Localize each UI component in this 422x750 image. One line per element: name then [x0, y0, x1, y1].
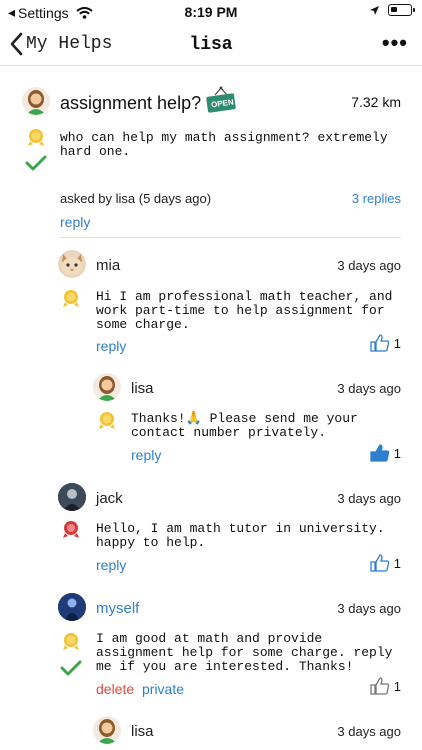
reply-username: lisa	[131, 380, 154, 397]
gold-medal-icon	[61, 288, 81, 313]
reply-time: 3 days ago	[337, 601, 401, 616]
reply-time: 3 days ago	[337, 258, 401, 273]
reply-link[interactable]: reply	[96, 338, 126, 354]
battery-icon	[388, 4, 415, 16]
like-count: 1	[393, 445, 401, 461]
woman-avatar-icon	[26, 90, 46, 115]
reply-body: I am good at math and provide assignment…	[96, 631, 393, 674]
avatar[interactable]	[58, 593, 86, 621]
person-avatar-icon	[58, 593, 86, 621]
reply-link[interactable]: reply	[96, 557, 126, 573]
like-count: 1	[393, 678, 401, 694]
reply-body-start: Thanks!	[131, 411, 186, 426]
like-count: 1	[393, 555, 401, 571]
woman-avatar-icon	[97, 719, 117, 744]
reply-body: Hi I am professional math teacher, and w…	[96, 289, 393, 332]
replies-count-link[interactable]: 3 replies	[352, 191, 401, 206]
like-button[interactable]: 1	[370, 443, 401, 463]
person-avatar-icon	[58, 483, 86, 511]
avatar[interactable]	[93, 373, 121, 401]
delete-link[interactable]: delete	[96, 681, 134, 697]
reply-body: Hello, I am math tutor in university. ha…	[96, 521, 385, 550]
avatar[interactable]	[22, 87, 50, 115]
post-reply-link[interactable]: reply	[60, 214, 90, 230]
open-sign-icon: OPEN	[205, 85, 237, 115]
reply-username: jack	[96, 490, 123, 507]
status-bar: ◂ Settings 8:19 PM	[0, 0, 422, 24]
reply-time: 3 days ago	[337, 381, 401, 396]
red-medal-icon	[61, 519, 81, 544]
gold-medal-icon	[61, 631, 81, 656]
thumbs-up-outline-icon	[370, 554, 390, 572]
reply-username: lisa	[131, 723, 154, 740]
gold-medal-icon	[97, 410, 117, 435]
post-title: assignment help?	[60, 93, 202, 113]
post-body: who can help my math assignment? extreme…	[60, 130, 388, 159]
reply-username: myself	[96, 600, 140, 617]
private-link[interactable]: private	[142, 681, 184, 697]
avatar[interactable]	[58, 250, 86, 278]
distance: 7.32 km	[351, 94, 401, 110]
page-title: lisa	[189, 35, 233, 55]
like-button[interactable]: 1	[370, 333, 401, 353]
divider	[60, 237, 401, 238]
navigation-bar: My Helps lisa •••	[0, 26, 422, 66]
avatar[interactable]	[58, 483, 86, 511]
reply-body: Thanks!🙏 Please send me your contact num…	[131, 412, 406, 440]
kitten-avatar-icon	[62, 254, 82, 275]
thumbs-up-outline-icon	[370, 334, 390, 352]
praying-hands-emoji: 🙏	[185, 411, 202, 426]
reply-time: 3 days ago	[337, 491, 401, 506]
accepted-check-icon	[25, 154, 47, 177]
asked-by: asked by lisa (5 days ago)	[60, 191, 212, 206]
woman-avatar-icon	[97, 376, 117, 401]
avatar[interactable]	[93, 716, 121, 744]
thumbs-up-filled-icon	[370, 444, 390, 462]
thumbs-up-outline-icon	[370, 677, 390, 695]
reply-link[interactable]: reply	[131, 447, 161, 463]
like-button[interactable]: 1	[370, 553, 401, 573]
reply-username: mia	[96, 257, 121, 274]
reply-time: 3 days ago	[337, 724, 401, 739]
location-icon	[370, 5, 379, 15]
accepted-check-icon	[60, 659, 82, 682]
more-options-icon[interactable]: •••	[382, 30, 408, 56]
clock: 8:19 PM	[184, 4, 238, 20]
like-button[interactable]: 1	[370, 676, 401, 696]
gold-medal-icon	[26, 127, 46, 152]
like-count: 1	[393, 335, 401, 351]
